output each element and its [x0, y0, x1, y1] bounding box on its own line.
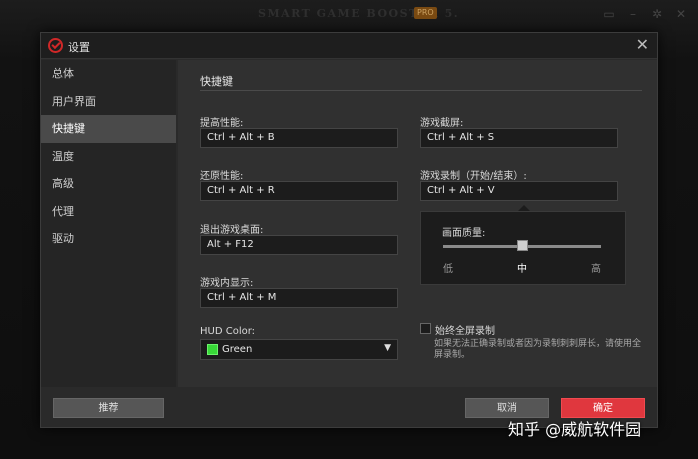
boost-performance-hotkey-field[interactable]: Ctrl + Alt + B: [200, 128, 398, 148]
quality-low-label: 低: [443, 264, 453, 275]
sidebar-item-general[interactable]: 总体: [41, 60, 176, 88]
app-logo-icon: [48, 38, 63, 53]
sidebar-item-user-interface[interactable]: 用户界面: [41, 88, 176, 116]
fullscreen-record-checkbox[interactable]: [420, 323, 431, 334]
settings-sidebar: 总体 用户界面 快捷键 温度 高级 代理 驱动: [41, 60, 176, 387]
in-game-display-label: 游戏内显示:: [200, 278, 254, 289]
recommend-button[interactable]: 推荐: [53, 398, 164, 418]
dialog-title: 设置: [68, 41, 90, 54]
sidebar-item-hotkeys[interactable]: 快捷键: [41, 115, 176, 143]
watermark: 知乎 @威航软件园: [508, 420, 642, 439]
sidebar-item-advanced[interactable]: 高级: [41, 170, 176, 198]
dialog-titlebar: 设置 ✕: [41, 33, 657, 59]
section-divider: [200, 90, 642, 91]
cancel-button[interactable]: 取消: [465, 398, 549, 418]
sidebar-item-proxy[interactable]: 代理: [41, 198, 176, 226]
exit-game-desktop-label: 退出游戏桌面:: [200, 225, 264, 236]
fullscreen-record-label: 始终全屏录制: [435, 326, 495, 337]
screenshot-hotkey-field[interactable]: Ctrl + Alt + S: [420, 128, 618, 148]
settings-dialog: 设置 ✕ 总体 用户界面 快捷键 温度 高级 代理 驱动 快捷键 提高性能: C…: [40, 32, 658, 428]
record-hotkey-field[interactable]: Ctrl + Alt + V: [420, 181, 618, 201]
dialog-close-icon[interactable]: ✕: [636, 36, 649, 54]
restore-performance-label: 还原性能:: [200, 171, 244, 182]
minimize-icon[interactable]: –: [626, 7, 640, 21]
app-window-controls: ▭ – ✲ ✕: [602, 7, 688, 21]
exit-game-desktop-hotkey-field[interactable]: Alt + F12: [200, 235, 398, 255]
section-title: 快捷键: [200, 75, 233, 88]
pro-badge: PRO: [414, 7, 437, 19]
video-quality-panel: 画面质量: 低 中 高: [420, 205, 626, 285]
hud-color-value: Green: [222, 344, 253, 355]
gear-icon[interactable]: ✲: [650, 7, 664, 21]
hotkeys-panel: 快捷键 提高性能: Ctrl + Alt + B 还原性能: Ctrl + Al…: [178, 60, 657, 387]
hud-color-label: HUD Color:: [200, 326, 256, 337]
fullscreen-record-hint: 如果无法正确录制或者因为录制刺刺屏长，请使用全屏录制。: [434, 339, 642, 360]
hud-color-swatch: [207, 344, 218, 355]
sidebar-item-drivers[interactable]: 驱动: [41, 225, 176, 253]
video-quality-slider-thumb[interactable]: [517, 240, 528, 251]
quality-mid-label: 中: [517, 264, 527, 275]
restore-performance-hotkey-field[interactable]: Ctrl + Alt + R: [200, 181, 398, 201]
quality-high-label: 高: [591, 264, 601, 275]
hud-color-select[interactable]: Green ▼: [200, 339, 398, 360]
app-titlebar: SMART GAME BOOSTER 5. PRO ▭ – ✲ ✕: [0, 0, 698, 30]
close-icon[interactable]: ✕: [674, 7, 688, 21]
sidebar-item-temperature[interactable]: 温度: [41, 143, 176, 171]
record-label: 游戏录制（开始/结束）:: [420, 171, 527, 182]
in-game-display-hotkey-field[interactable]: Ctrl + Alt + M: [200, 288, 398, 308]
boost-performance-label: 提高性能:: [200, 118, 244, 129]
monitor-icon[interactable]: ▭: [602, 7, 616, 21]
video-quality-label: 画面质量:: [442, 228, 486, 239]
chevron-down-icon: ▼: [384, 343, 391, 353]
ok-button[interactable]: 确定: [561, 398, 645, 418]
screenshot-label: 游戏截屏:: [420, 118, 464, 129]
